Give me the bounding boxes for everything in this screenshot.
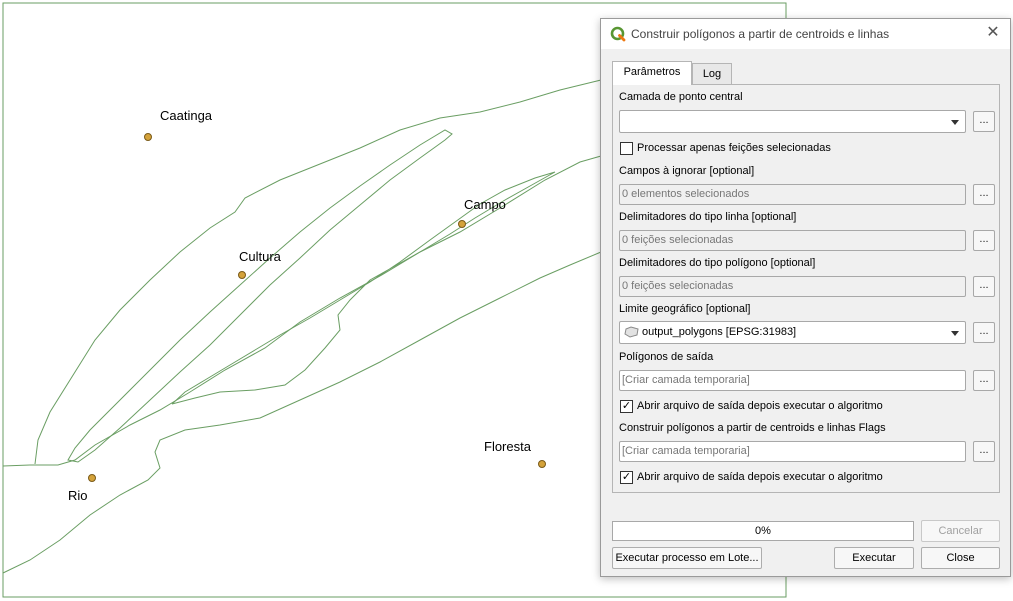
geo-bounds-value: output_polygons [EPSG:31983] [642, 326, 797, 338]
geo-bounds-combo[interactable]: output_polygons [EPSG:31983] [619, 321, 966, 344]
place-point-caatinga [144, 133, 152, 141]
chevron-down-icon [951, 331, 959, 336]
place-label-campo: Campo [464, 197, 506, 212]
geo-bounds-label: Limite geográfico [optional] [619, 303, 751, 315]
ignore-fields-browse-button[interactable]: ... [973, 184, 995, 205]
polygon-layer-icon [624, 326, 639, 338]
center-layer-combo[interactable] [619, 110, 966, 133]
tab-log[interactable]: Log [692, 63, 732, 85]
progress-bar: 0% [612, 521, 914, 541]
place-point-rio [88, 474, 96, 482]
flags-browse-button[interactable]: ... [973, 441, 995, 462]
place-label-floresta: Floresta [484, 439, 532, 454]
dialog-titlebar: Construir polígonos a partir de centroid… [601, 19, 1010, 49]
island-outline [67, 129, 453, 463]
poly-delims-browse-button[interactable]: ... [973, 276, 995, 297]
close-icon[interactable]: ✕ [984, 24, 1002, 42]
parameters-panel: Camada de ponto central ... Processar ap… [612, 84, 1000, 493]
flags-output-field[interactable]: [Criar camada temporaria] [619, 441, 966, 462]
run-button[interactable]: Executar [834, 547, 914, 569]
line-delims-browse-button[interactable]: ... [973, 230, 995, 251]
ignore-fields-field[interactable]: 0 elementos selecionados [619, 184, 966, 205]
center-layer-label: Camada de ponto central [619, 91, 743, 103]
place-markers: Caatinga Cultura Campo Floresta Rio [68, 108, 546, 503]
cancel-button[interactable]: Cancelar [921, 520, 1000, 542]
place-label-rio: Rio [68, 488, 88, 503]
place-point-floresta [538, 460, 546, 468]
place-point-cultura [238, 271, 246, 279]
dialog-title: Construir polígonos a partir de centroid… [631, 27, 890, 41]
output-browse-button[interactable]: ... [973, 370, 995, 391]
processing-dialog: Construir polígonos a partir de centroid… [600, 18, 1011, 577]
poly-delims-label: Delimitadores do tipo polígono [optional… [619, 257, 816, 269]
batch-process-button[interactable]: Executar processo em Lote... [612, 547, 762, 569]
river-lower-bank [2, 155, 602, 467]
selected-only-checkbox[interactable] [620, 142, 633, 155]
open-output-label-1: Abrir arquivo de saída depois executar o… [637, 400, 883, 412]
output-field[interactable]: [Criar camada temporaria] [619, 370, 966, 391]
ignore-fields-label: Campos à ignorar [optional] [619, 165, 755, 177]
lower-river-edge [2, 251, 602, 574]
selected-only-label: Processar apenas feições selecionadas [637, 142, 831, 154]
open-output-checkbox-2[interactable]: ✓ [620, 471, 633, 484]
flags-label: Construir polígonos a partir de centroid… [619, 422, 886, 434]
geo-bounds-browse-button[interactable]: ... [973, 322, 995, 343]
place-label-caatinga: Caatinga [160, 108, 213, 123]
qgis-logo-icon [610, 26, 626, 42]
close-button[interactable]: Close [921, 547, 1000, 569]
center-layer-browse-button[interactable]: ... [973, 111, 995, 132]
line-delims-label: Delimitadores do tipo linha [optional] [619, 211, 797, 223]
line-delims-field[interactable]: 0 feições selecionadas [619, 230, 966, 251]
chevron-down-icon [951, 120, 959, 125]
center-layer-value [620, 115, 624, 127]
open-output-label-2: Abrir arquivo de saída depois executar o… [637, 471, 883, 483]
output-label: Polígonos de saída [619, 351, 714, 363]
open-output-checkbox-1[interactable]: ✓ [620, 400, 633, 413]
poly-delims-field[interactable]: 0 feições selecionadas [619, 276, 966, 297]
tab-parameters[interactable]: Parâmetros [612, 61, 692, 85]
place-point-campo [458, 220, 466, 228]
progress-text: 0% [755, 525, 771, 537]
river-upper-bank [34, 79, 602, 465]
place-label-cultura: Cultura [239, 249, 282, 264]
